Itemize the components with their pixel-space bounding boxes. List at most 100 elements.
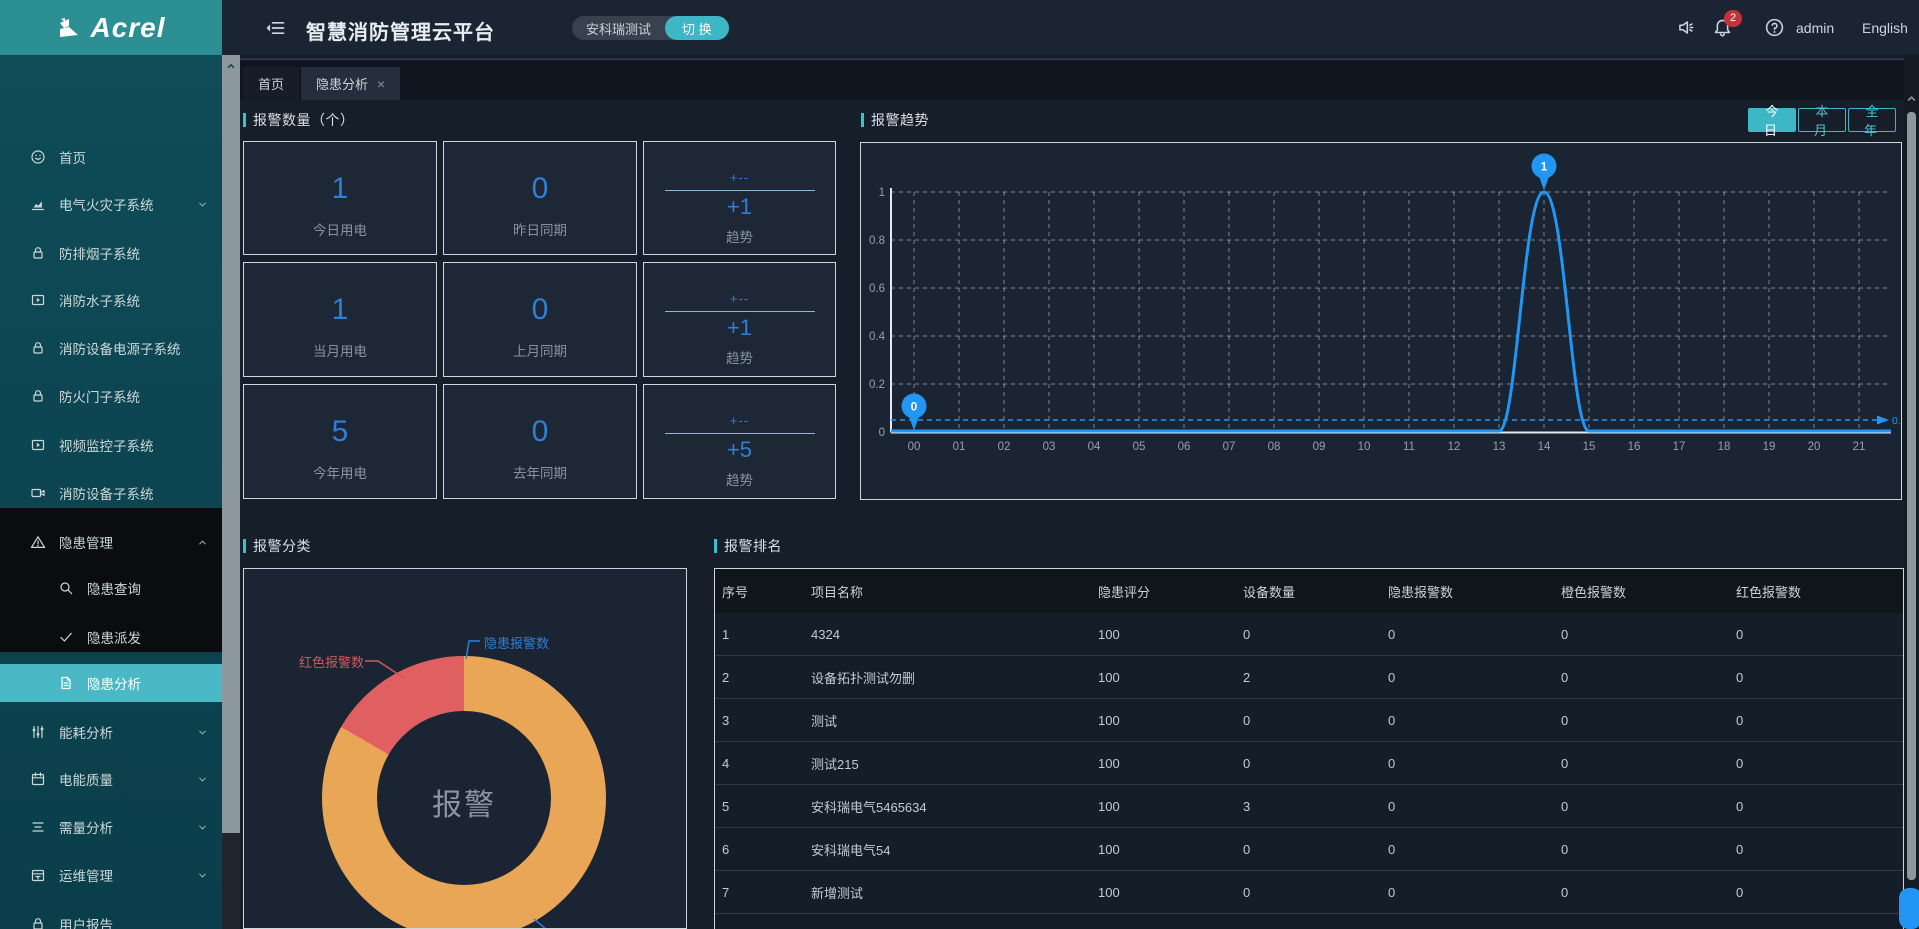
page-scrollbar[interactable] bbox=[1904, 55, 1919, 929]
username[interactable]: admin bbox=[1796, 20, 1834, 36]
table-cell: 100 bbox=[1098, 670, 1243, 685]
table-cell: 0 bbox=[1388, 670, 1561, 685]
tab-隐患分析[interactable]: 隐患分析× bbox=[301, 67, 400, 100]
donut-callout-lines bbox=[244, 569, 687, 929]
stat-label: 今日用电 bbox=[244, 219, 436, 239]
chevron-down-icon bbox=[196, 198, 209, 211]
chevron-down-icon bbox=[196, 821, 209, 834]
sidebar-item-电能质量[interactable]: 电能质量 bbox=[0, 760, 222, 798]
sidebar-scrollbar[interactable] bbox=[222, 55, 240, 929]
stat-label: 今年用电 bbox=[244, 462, 436, 482]
table-cell: 100 bbox=[1098, 799, 1243, 814]
chevron-down-icon bbox=[196, 773, 209, 786]
svg-text:19: 19 bbox=[1763, 441, 1776, 453]
table-cell: 7 bbox=[722, 885, 811, 900]
speaker-icon[interactable] bbox=[1676, 17, 1697, 38]
trend-card: +--+1趋势 bbox=[643, 262, 836, 377]
svg-text:01: 01 bbox=[953, 441, 966, 453]
table-cell: 0 bbox=[1243, 756, 1388, 771]
table-cell: 100 bbox=[1098, 713, 1243, 728]
sidebar-item-label: 隐患分析 bbox=[87, 673, 141, 693]
sidebar-item-隐患派发[interactable]: 隐患派发 bbox=[0, 618, 222, 656]
trend-range-button-今日[interactable]: 今日 bbox=[1748, 108, 1796, 132]
logo: Acrel bbox=[0, 0, 222, 55]
table-row: 3测试1000000 bbox=[715, 699, 1903, 742]
stat-value: 0 bbox=[444, 293, 636, 327]
sidebar-item-视频监控子系统[interactable]: 视频监控子系统 bbox=[0, 426, 222, 464]
calendar2-icon bbox=[30, 867, 46, 883]
page-scroll-up-button[interactable] bbox=[1905, 92, 1918, 105]
header: Acrel 智慧消防管理云平台 安科瑞测试 切 换 2 admin Englis… bbox=[0, 0, 1919, 55]
stat-value: 1 bbox=[244, 172, 436, 206]
sidebar-item-消防水子系统[interactable]: 消防水子系统 bbox=[0, 281, 222, 319]
alarm-count-title: 报警数量（个） bbox=[243, 110, 355, 130]
table-cell: 0 bbox=[1561, 842, 1736, 857]
table-cell: 0 bbox=[1388, 756, 1561, 771]
app-root: Acrel 智慧消防管理云平台 安科瑞测试 切 换 2 admin Englis… bbox=[0, 0, 1919, 929]
table-cell: 0 bbox=[1736, 885, 1903, 900]
warning-icon bbox=[30, 534, 46, 550]
chevron-up-icon bbox=[225, 60, 237, 72]
switch-project-button[interactable]: 切 换 bbox=[665, 16, 729, 40]
table-header-cell: 隐患报警数 bbox=[1388, 582, 1561, 601]
sidebar-scrollbar-thumb[interactable] bbox=[222, 77, 240, 833]
table-cell: 4324 bbox=[811, 627, 1098, 642]
sidebar-item-隐患管理[interactable]: 隐患管理 bbox=[0, 523, 222, 561]
page-scrollbar-thumb[interactable] bbox=[1907, 112, 1916, 880]
sidebar-scroll-up-button[interactable] bbox=[222, 55, 240, 77]
svg-text:20: 20 bbox=[1808, 441, 1821, 453]
table-cell: 安科瑞电气5465634 bbox=[811, 797, 1098, 816]
stat-card-上月同期: 0 上月同期 bbox=[443, 262, 637, 377]
trend-label: 趋势 bbox=[644, 347, 835, 367]
stat-card-去年同期: 0去年同期 bbox=[443, 384, 637, 499]
table-cell: 5 bbox=[722, 799, 811, 814]
notifications-button[interactable]: 2 bbox=[1712, 17, 1733, 38]
table-cell: 0 bbox=[1388, 713, 1561, 728]
trend-divider bbox=[665, 190, 815, 191]
sidebar-item-消防设备子系统[interactable]: 消防设备子系统 bbox=[0, 474, 222, 512]
doc-icon bbox=[58, 675, 74, 691]
stat-value: 1 bbox=[244, 293, 436, 327]
trend-value: +1 bbox=[644, 315, 835, 341]
header-divider bbox=[222, 58, 1919, 60]
table-cell: 3 bbox=[1243, 799, 1388, 814]
sidebar-item-首页[interactable]: 首页 bbox=[0, 138, 222, 176]
sidebar-item-电气火灾子系统[interactable]: 电气火灾子系统 bbox=[0, 185, 222, 223]
table-cell: 设备拓扑测试勿删 bbox=[811, 668, 1098, 687]
sidebar-item-用户报告[interactable]: 用户报告 bbox=[0, 905, 222, 929]
sidebar-item-运维管理[interactable]: 运维管理 bbox=[0, 856, 222, 894]
stat-value: 0 bbox=[444, 415, 636, 449]
sidebar-item-消防设备电源子系统[interactable]: 消防设备电源子系统 bbox=[0, 329, 222, 367]
svg-text:06: 06 bbox=[1178, 441, 1191, 453]
table-cell: 100 bbox=[1098, 842, 1243, 857]
svg-text:16: 16 bbox=[1628, 441, 1641, 453]
sidebar-item-防排烟子系统[interactable]: 防排烟子系统 bbox=[0, 234, 222, 272]
tab-bar: 首页隐患分析× bbox=[240, 61, 1919, 100]
svg-text:05: 05 bbox=[1133, 441, 1146, 453]
sidebar-item-需量分析[interactable]: 需量分析 bbox=[0, 808, 222, 846]
svg-text:1: 1 bbox=[879, 187, 885, 199]
section-title-text: 报警数量（个） bbox=[253, 110, 355, 130]
stat-label: 上月同期 bbox=[444, 340, 636, 360]
table-cell: 新增测试 bbox=[811, 883, 1098, 902]
svg-text:00: 00 bbox=[908, 441, 921, 453]
stat-card-今年用电: 5今年用电 bbox=[243, 384, 437, 499]
svg-text:14: 14 bbox=[1538, 441, 1551, 453]
trend-range-button-本月[interactable]: 本月 bbox=[1798, 108, 1846, 132]
language-switch[interactable]: English bbox=[1862, 20, 1908, 36]
help-icon[interactable] bbox=[1764, 17, 1785, 38]
svg-text:07: 07 bbox=[1223, 441, 1236, 453]
table-cell: 0 bbox=[1388, 842, 1561, 857]
sidebar-item-隐患查询[interactable]: 隐患查询 bbox=[0, 569, 222, 607]
sidebar-item-能耗分析[interactable]: 能耗分析 bbox=[0, 713, 222, 751]
sidebar-item-防火门子系统[interactable]: 防火门子系统 bbox=[0, 377, 222, 415]
table-cell: 测试215 bbox=[811, 754, 1098, 773]
sidebar-collapse-icon[interactable] bbox=[264, 17, 286, 39]
tab-close-icon[interactable]: × bbox=[377, 76, 385, 92]
scroll-indicator-button[interactable] bbox=[1899, 888, 1919, 929]
svg-text:17: 17 bbox=[1673, 441, 1686, 453]
tab-首页[interactable]: 首页 bbox=[243, 67, 299, 100]
alarm-trend-chart: 0.0500.20.40.60.810001020304050607080910… bbox=[860, 142, 1902, 500]
trend-range-button-全年[interactable]: 全年 bbox=[1848, 108, 1896, 132]
sidebar-item-隐患分析[interactable]: 隐患分析 bbox=[0, 664, 222, 702]
